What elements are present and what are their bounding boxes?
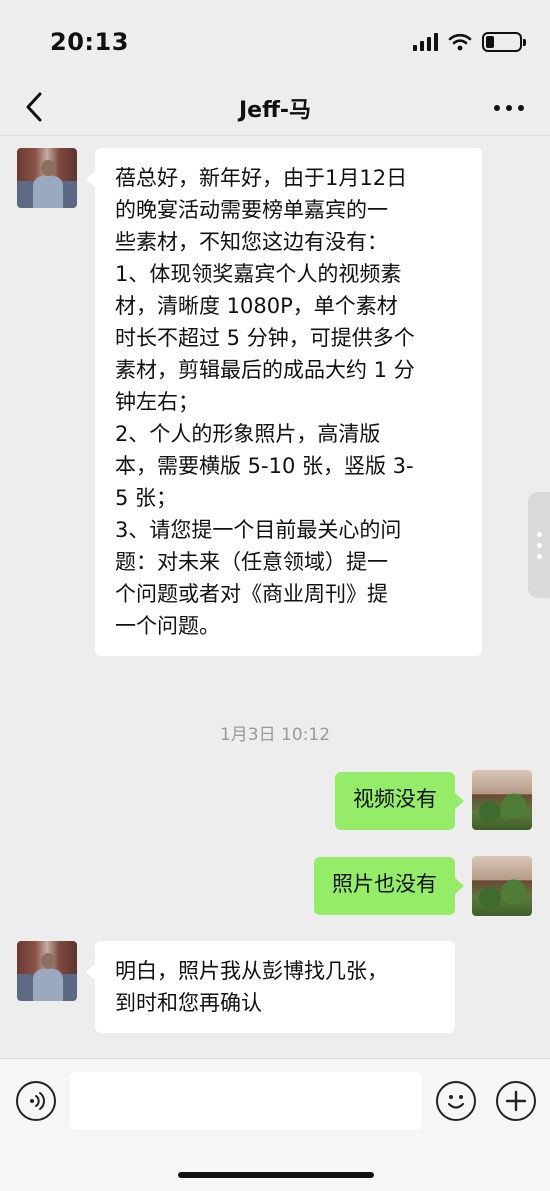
more-dots-icon [494,105,500,111]
message-line: 蓓总好，新年好，由于1月12日 [115,166,408,190]
message-line: 2、个人的形象照片，高清版 [115,422,381,446]
contact-avatar[interactable] [17,148,77,208]
chat-header: Jeff-马 [0,80,550,136]
message-bubble-incoming[interactable]: 蓓总好，新年好，由于1月12日 的晚宴活动需要榜单嘉宾的一 些素材，不知您这边有… [86,148,482,656]
voice-icon [30,1092,45,1110]
message-line: 3、请您提一个目前最关心的问 [115,518,402,542]
message-line: 材，清晰度 1080P，单个素材 [115,294,398,318]
wifi-icon [448,33,472,51]
message-line: 些素材，不知您这边有没有： [115,230,388,254]
my-avatar[interactable] [472,856,532,916]
my-avatar[interactable] [472,770,532,830]
status-icons [413,32,526,52]
battery-icon [482,32,526,52]
message-line: 题：对未来（任意领域）提一 [115,550,388,574]
message-line: 本，需要横版 5-10 张，竖版 3- [115,454,414,478]
voice-button[interactable] [16,1081,56,1121]
message-bubble-incoming[interactable]: 明白，照片我从彭博找几张， 到时和您再确认 [86,941,455,1033]
message-line: 钟左右； [115,390,199,414]
status-time: 20:13 [50,28,129,56]
message-bubble-outgoing[interactable]: 照片也没有 [314,857,464,915]
battery-level [486,36,494,48]
plus-button[interactable] [496,1081,536,1121]
signal-icon [413,33,438,51]
message-line: 明白，照片我从彭博找几张， [115,959,388,983]
message-line: 的晚宴活动需要榜单嘉宾的一 [115,198,388,222]
message-line: 到时和您再确认 [115,991,262,1015]
message-line: 1、体现领奖嘉宾个人的视频素 [115,262,402,286]
message-line: 5 张； [115,486,178,510]
message-line: 素材，剪辑最后的成品大约 1 分 [115,358,415,382]
more-options-button[interactable] [494,96,524,120]
plus-icon [505,1090,527,1112]
contact-avatar[interactable] [17,941,77,1001]
home-indicator[interactable] [178,1172,374,1178]
message-bubble-outgoing[interactable]: 视频没有 [335,772,464,830]
message-input[interactable] [70,1072,422,1130]
message-line: 时长不超过 5 分钟，可提供多个 [115,326,415,350]
message-line: 个问题或者对《商业周刊》提 [115,582,388,606]
emoji-button[interactable] [436,1081,476,1121]
status-bar: 20:13 [0,0,550,80]
emoji-icon [447,1095,465,1109]
chat-title: Jeff-马 [238,98,312,123]
message-text: 照片也没有 [332,872,437,896]
side-drag-handle[interactable] [528,492,550,598]
message-text: 视频没有 [353,787,437,811]
message-line: 一个问题。 [115,614,220,638]
message-timestamp: 1月3日 10:12 [219,725,331,745]
